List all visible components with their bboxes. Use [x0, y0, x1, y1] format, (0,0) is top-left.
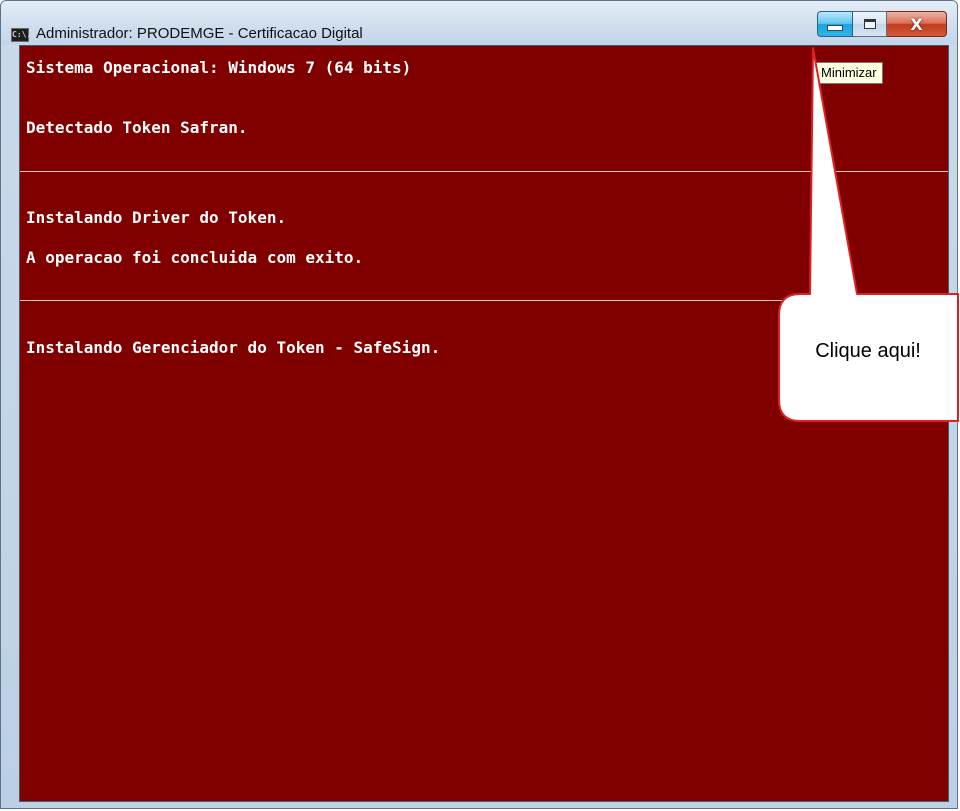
console-line-success: A operacao foi concluida com exito.: [26, 248, 364, 267]
console-line-installing-driver: Instalando Driver do Token.: [26, 208, 287, 227]
title-bar[interactable]: C:\. Administrador: PRODEMGE - Certifica…: [1, 1, 957, 45]
console-separator: [20, 300, 948, 301]
console-separator: [20, 171, 948, 172]
console-app-icon[interactable]: C:\.: [11, 28, 31, 42]
window-title: Administrador: PRODEMGE - Certificacao D…: [36, 25, 363, 42]
console-window: C:\. Administrador: PRODEMGE - Certifica…: [0, 0, 958, 809]
minimize-tooltip: Minimizar: [815, 62, 883, 84]
minimize-icon: [827, 25, 843, 31]
callout-text: Clique aqui!: [815, 340, 921, 362]
close-button[interactable]: X: [887, 11, 947, 37]
maximize-button[interactable]: [853, 11, 887, 37]
close-icon: X: [910, 14, 923, 34]
minimize-button[interactable]: [817, 11, 853, 37]
console-line-os: Sistema Operacional: Windows 7 (64 bits): [26, 58, 412, 77]
caption-buttons: X: [817, 11, 947, 41]
maximize-icon: [863, 19, 876, 29]
console-line-token-detected: Detectado Token Safran.: [26, 118, 248, 137]
console-line-installing-manager: Instalando Gerenciador do Token - SafeSi…: [26, 338, 441, 357]
console-output[interactable]: Sistema Operacional: Windows 7 (64 bits)…: [19, 45, 949, 802]
